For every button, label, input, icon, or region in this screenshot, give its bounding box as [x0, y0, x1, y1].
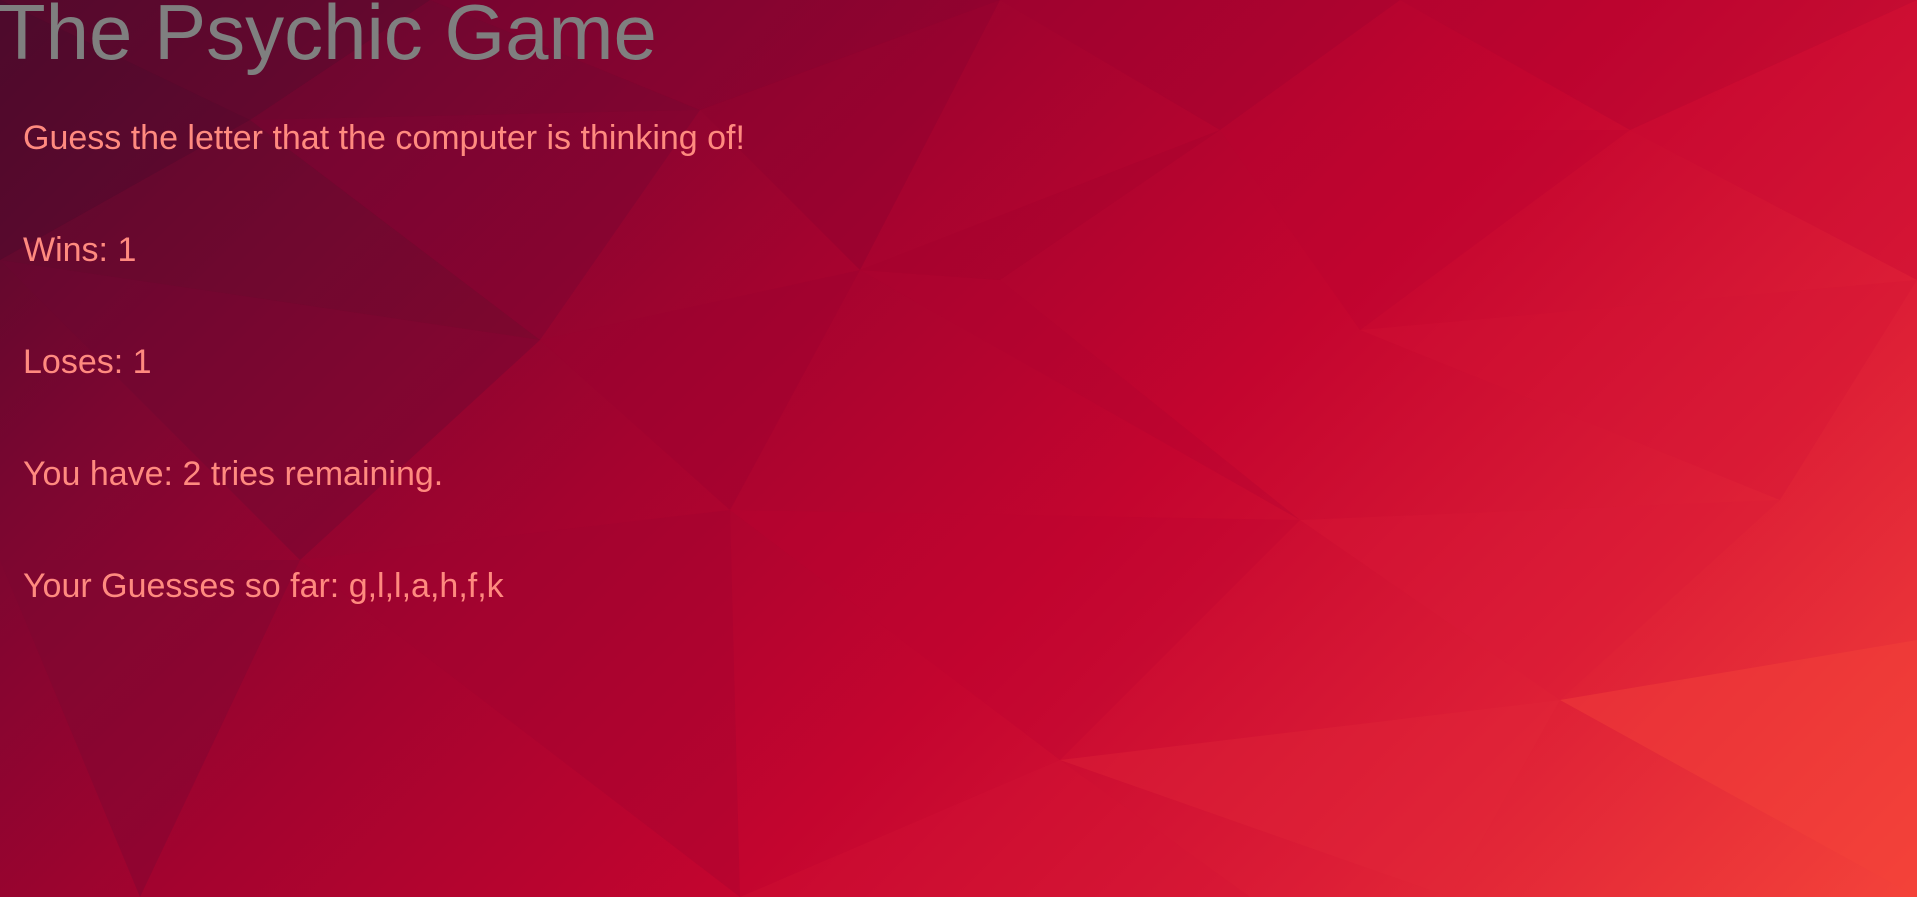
- losses-label: Loses:: [23, 343, 124, 381]
- guesses-list: g,l,l,a,h,f,k: [348, 567, 504, 605]
- tries-suffix: tries remaining.: [210, 455, 444, 493]
- tries-remaining-stat: You have: 2 tries remaining.: [23, 454, 443, 494]
- tries-prefix: You have:: [23, 455, 173, 493]
- losses-count: 1: [132, 343, 152, 381]
- tries-count: 2: [182, 455, 202, 493]
- wins-count: 1: [117, 231, 137, 269]
- wins-stat: Wins: 1: [23, 230, 136, 270]
- guesses-label: Your Guesses so far:: [23, 567, 340, 605]
- instructions-text: Guess the letter that the computer is th…: [23, 119, 745, 157]
- wins-label: Wins:: [23, 231, 108, 269]
- losses-stat: Loses: 1: [23, 342, 152, 382]
- page-title: The Psychic Game: [0, 0, 657, 76]
- guesses-so-far: Your Guesses so far: g,l,l,a,h,f,k: [23, 566, 504, 606]
